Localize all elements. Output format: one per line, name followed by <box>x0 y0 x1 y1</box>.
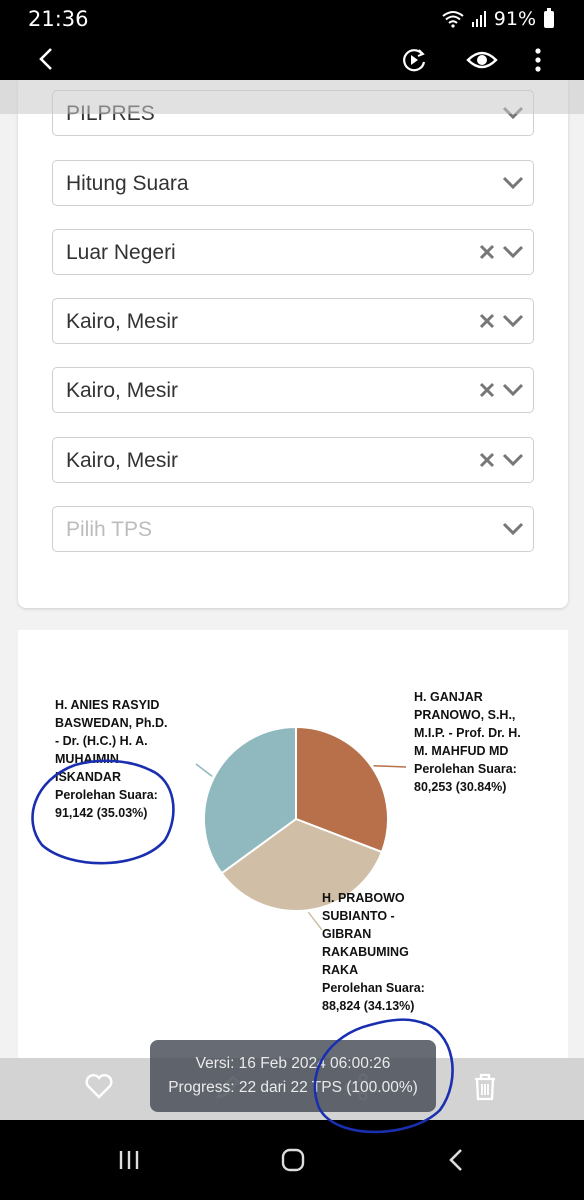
label-line: Perolehan Suara: <box>55 788 158 802</box>
clear-icon[interactable] <box>479 451 495 469</box>
label-line: BASWEDAN, Ph.D. <box>55 716 168 730</box>
toast-progress: Progress: 22 dari 22 TPS (100.00%) <box>168 1079 418 1096</box>
leader-line-ganjar <box>373 765 407 768</box>
select-pemilu[interactable]: PILPRES <box>52 90 534 136</box>
label-line: PRANOWO, S.H., <box>414 708 516 722</box>
label-line: ISKANDAR <box>55 770 121 784</box>
chevron-down-icon <box>502 314 524 328</box>
label-line: H. GANJAR <box>414 690 483 704</box>
leader-line-anies <box>195 763 213 777</box>
select-jenis[interactable]: Hitung Suara <box>52 160 534 206</box>
back-icon[interactable] <box>446 1148 466 1172</box>
chevron-down-icon <box>502 522 524 536</box>
clear-icon[interactable] <box>479 243 495 261</box>
select-kota[interactable]: Kairo, Mesir <box>52 367 534 413</box>
label-line: Perolehan Suara: <box>414 762 517 776</box>
leader-line-prabowo <box>307 911 323 931</box>
recent-apps-icon[interactable] <box>117 1148 141 1172</box>
select-value: Hitung Suara <box>66 172 189 195</box>
select-value: Kairo, Mesir <box>66 310 179 333</box>
label-line: M.I.P. - Prof. Dr. H. <box>414 726 521 740</box>
label-line: H. ANIES RASYID <box>55 698 160 712</box>
label-line: H. PRABOWO <box>322 891 405 905</box>
battery-percent: 91% <box>493 8 536 30</box>
label-line: RAKABUMING <box>322 945 409 959</box>
label-line: Perolehan Suara: <box>322 981 425 995</box>
status-bar: 21:36 91% <box>0 0 584 40</box>
heart-icon[interactable] <box>84 1072 114 1100</box>
eye-icon[interactable] <box>466 46 498 74</box>
version-toast: Versi: 16 Feb 2024 06:00:26 Progress: 22… <box>150 1040 436 1112</box>
select-wilayah[interactable]: Luar Negeri <box>52 229 534 275</box>
select-value: Kairo, Mesir <box>66 379 179 402</box>
filter-card: PILPRES Hitung Suara Luar Negeri Kairo, … <box>18 80 568 608</box>
toast-version: Versi: 16 Feb 2024 06:00:26 <box>195 1055 391 1072</box>
wifi-icon <box>442 11 464 28</box>
select-value: Luar Negeri <box>66 241 176 264</box>
label-line: SUBIANTO - <box>322 909 395 923</box>
status-time: 21:36 <box>28 7 89 31</box>
label-line: 91,142 (35.03%) <box>55 806 148 820</box>
label-line: - Dr. (H.C.) H. A. <box>55 734 148 748</box>
select-wilayah-lanjut[interactable]: Kairo, Mesir <box>52 437 534 483</box>
label-line: 88,824 (34.13%) <box>322 999 415 1013</box>
home-icon[interactable] <box>280 1148 306 1172</box>
chevron-down-icon <box>502 453 524 467</box>
select-negara[interactable]: Kairo, Mesir <box>52 298 534 344</box>
label-line: MUHAIMIN <box>55 752 119 766</box>
replay-icon[interactable] <box>400 46 428 74</box>
label-line: RAKA <box>322 963 359 977</box>
chart-card: H. ANIES RASYID BASWEDAN, Ph.D. - Dr. (H… <box>18 630 568 1060</box>
label-line: M. MAHFUD MD <box>414 744 509 758</box>
app-bar <box>0 40 584 80</box>
clear-icon[interactable] <box>479 381 495 399</box>
label-ganjar: H. GANJAR PRANOWO, S.H., M.I.P. - Prof. … <box>414 688 521 796</box>
select-value: PILPRES <box>66 102 155 125</box>
select-value: Kairo, Mesir <box>66 449 179 472</box>
more-vert-icon[interactable] <box>530 46 546 74</box>
chevron-down-icon <box>502 383 524 397</box>
battery-icon <box>544 7 554 28</box>
select-placeholder: Pilih TPS <box>66 518 152 541</box>
signal-icon <box>471 11 486 27</box>
select-tps[interactable]: Pilih TPS <box>52 506 534 552</box>
chevron-down-icon <box>502 176 524 190</box>
trash-icon[interactable] <box>472 1072 498 1102</box>
chevron-down-icon <box>502 245 524 259</box>
clear-icon[interactable] <box>479 312 495 330</box>
back-arrow-icon[interactable] <box>34 46 58 72</box>
label-line: 80,253 (30.84%) <box>414 780 507 794</box>
label-line: GIBRAN <box>322 927 372 941</box>
label-anies: H. ANIES RASYID BASWEDAN, Ph.D. - Dr. (H… <box>55 696 168 822</box>
chevron-down-icon <box>502 106 524 120</box>
label-prabowo: H. PRABOWO SUBIANTO - GIBRAN RAKABUMING … <box>322 889 425 1015</box>
system-nav-bar <box>0 1120 584 1200</box>
